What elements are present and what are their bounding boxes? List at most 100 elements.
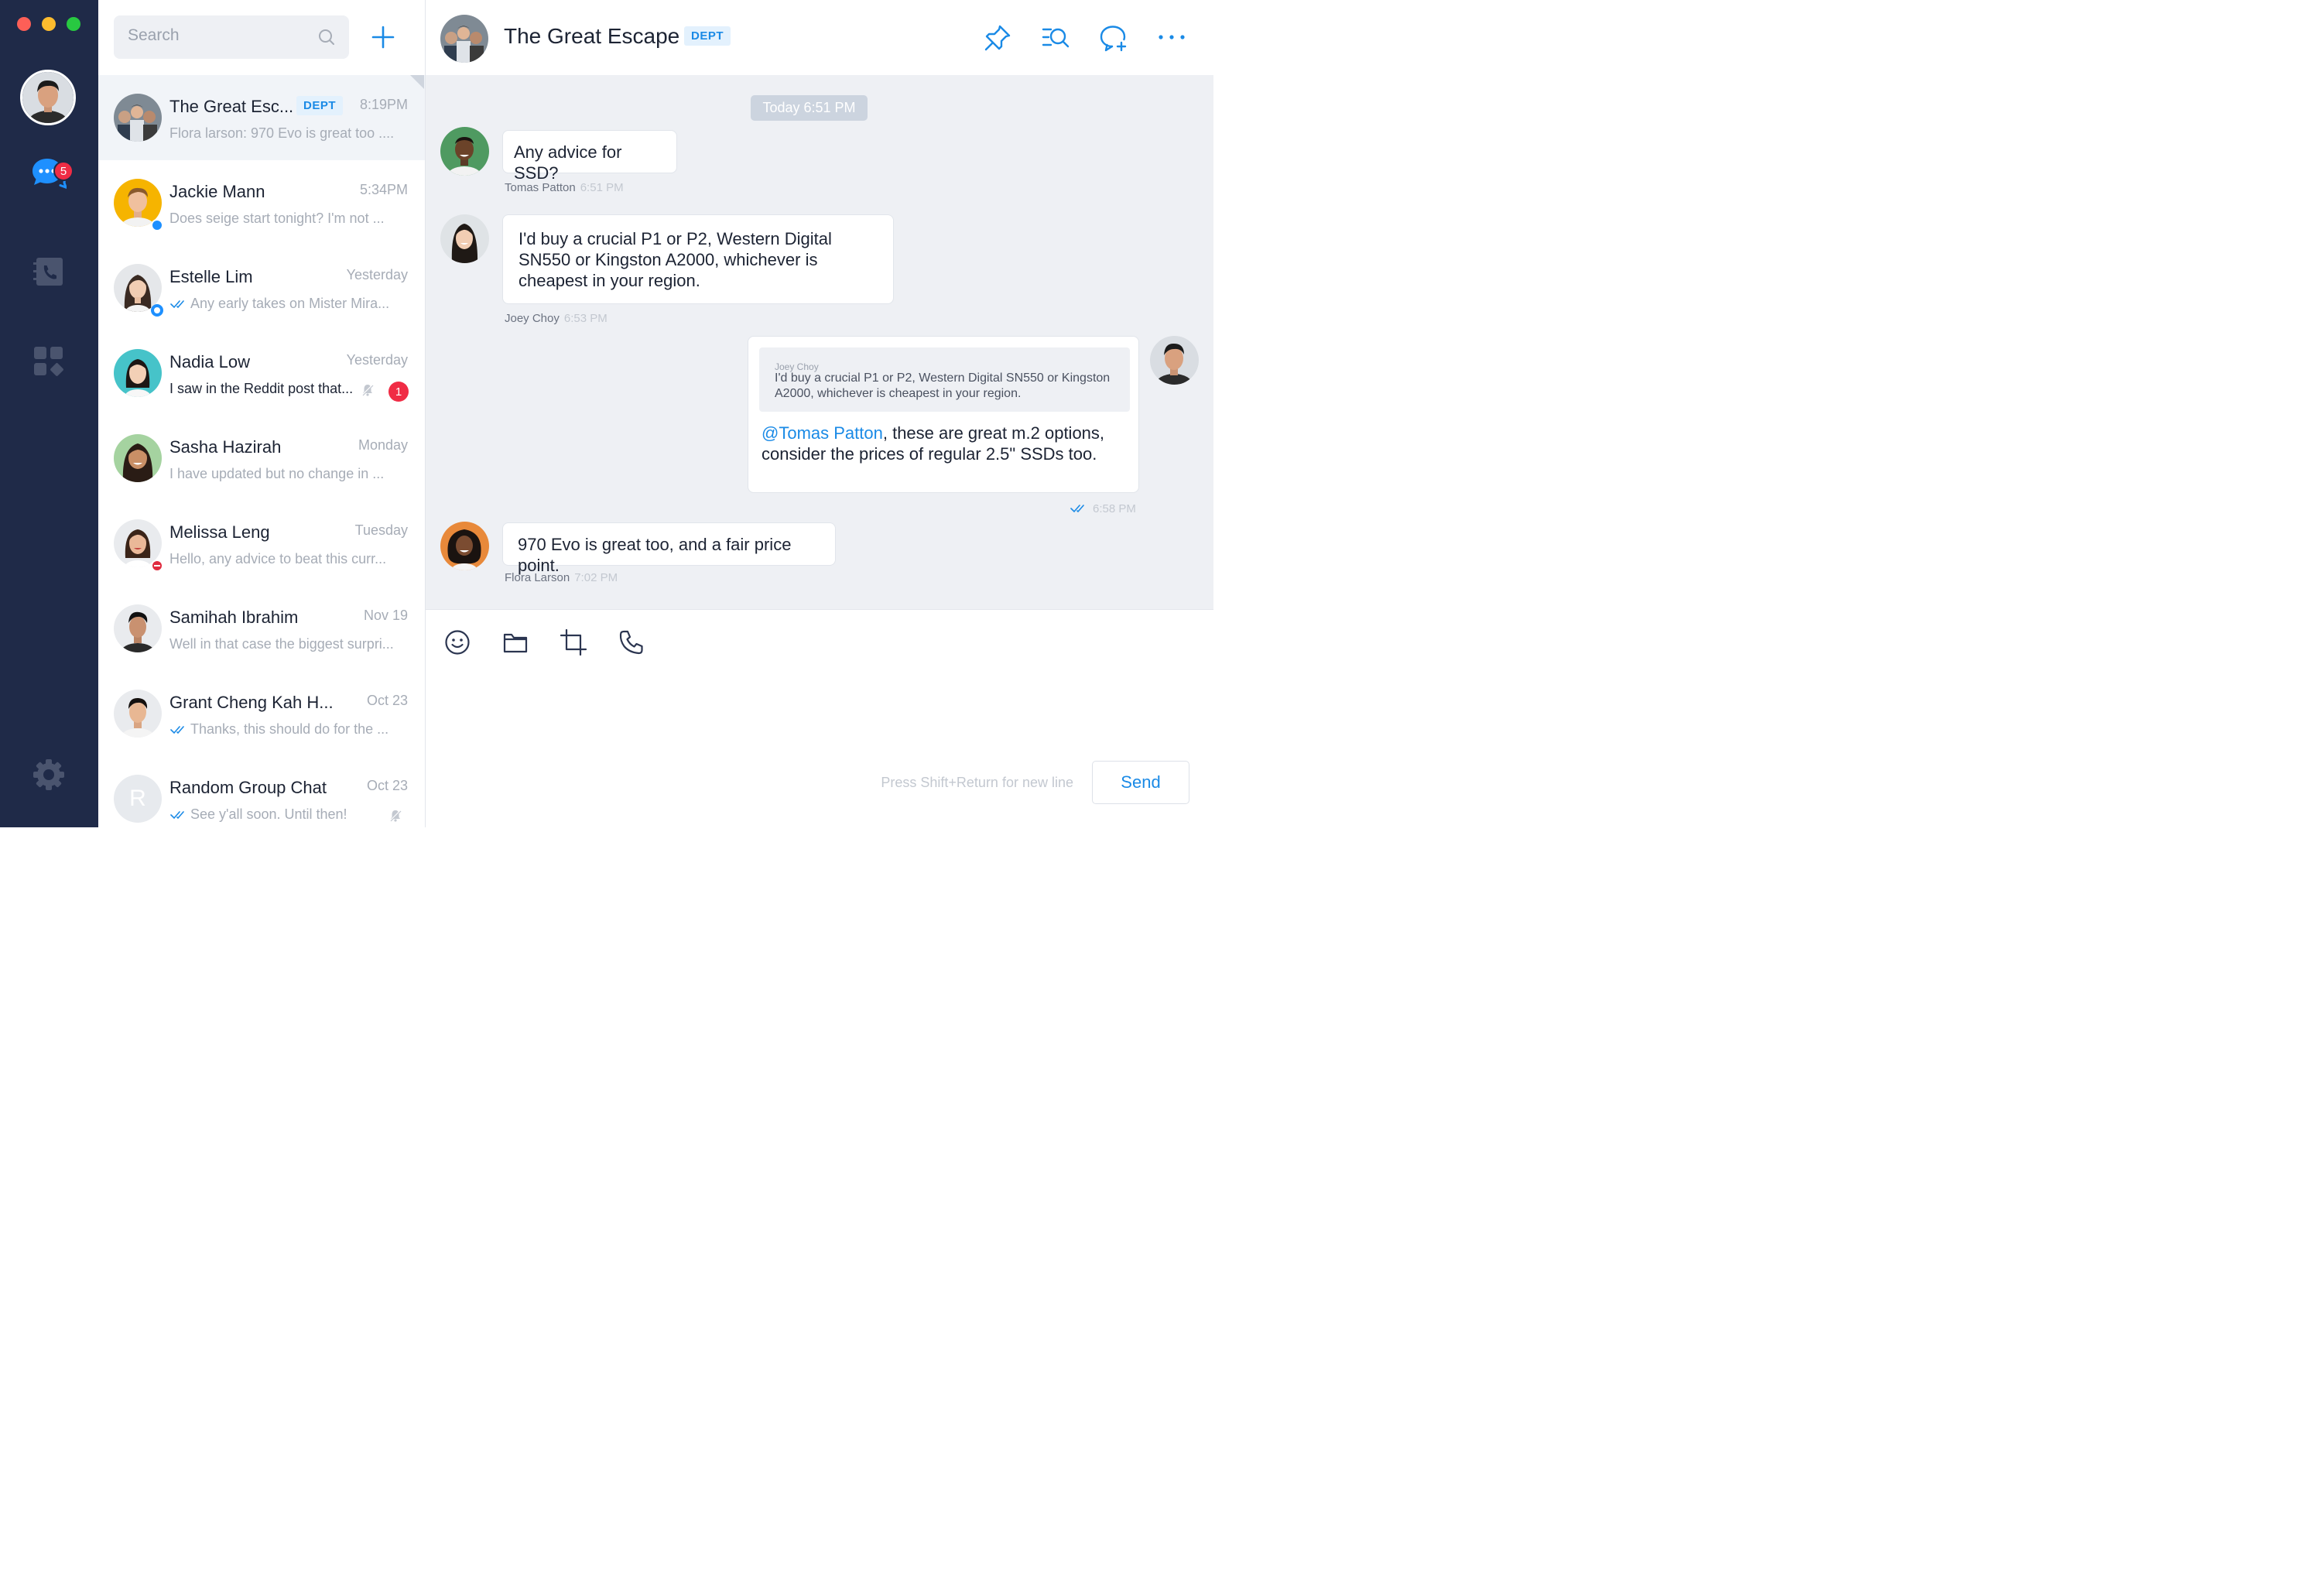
conversation-item[interactable]: R Random Group Chat Oct 23 See y'all soo…: [98, 756, 425, 827]
quoted-message[interactable]: Joey Choy I'd buy a crucial P1 or P2, We…: [759, 347, 1130, 412]
avatar[interactable]: [440, 214, 489, 263]
close-window-button[interactable]: [17, 17, 31, 31]
pin-icon[interactable]: [983, 23, 1012, 53]
composer-hint: Press Shift+Return for new line: [881, 775, 1073, 790]
busy-status-indicator: [151, 560, 163, 572]
user-avatar[interactable]: [20, 70, 76, 125]
conversation-name: Samihah Ibrahim: [169, 608, 299, 627]
conversation-item[interactable]: Nadia Low Yesterday I saw in the Reddit …: [98, 330, 425, 416]
conversation-time: 5:34PM: [359, 182, 408, 197]
message-bubble: Any advice for SSD?: [502, 130, 677, 183]
conversation-item[interactable]: Samihah Ibrahim Nov 19 Well in that case…: [98, 586, 425, 671]
conversation-preview: See y'all soon. Until then!: [190, 806, 347, 822]
read-receipt-icon: [170, 810, 186, 820]
conversation-name: Jackie Mann: [169, 182, 265, 201]
avatar: [114, 690, 162, 738]
send-button[interactable]: Send: [1092, 761, 1189, 804]
conversation-time: Nov 19: [363, 608, 408, 623]
conversation-item[interactable]: Melissa Leng Tuesday Hello, any advice t…: [98, 501, 425, 586]
conversation-preview: Well in that case the biggest surpri...: [169, 636, 394, 652]
online-status-indicator: [151, 219, 163, 231]
day-divider: Today 6:51 PM: [751, 95, 868, 121]
conversation-item[interactable]: Estelle Lim Yesterday Any early takes on…: [98, 245, 425, 330]
call-icon[interactable]: [618, 628, 645, 656]
search-messages-icon[interactable]: [1041, 23, 1070, 53]
avatar: [114, 94, 162, 142]
avatar[interactable]: [440, 127, 489, 176]
message-author: Flora Larson: [505, 571, 570, 584]
conversation-time: Oct 23: [366, 778, 408, 793]
zoom-window-button[interactable]: [67, 17, 80, 31]
user-mention-link[interactable]: @Tomas Patton: [762, 423, 883, 443]
new-chat-button[interactable]: [369, 23, 397, 51]
muted-bell-icon: [388, 809, 402, 823]
chat-panel: The Great Escape DEPT Today 6:51 PM Any …: [426, 0, 1213, 827]
avatar[interactable]: [440, 522, 489, 570]
message-time: 6:51 PM: [580, 181, 624, 194]
conversation-preview: I have updated but no change in ...: [169, 466, 385, 481]
conversation-name: Grant Cheng Kah H...: [169, 693, 334, 712]
conversation-name: Estelle Lim: [169, 267, 253, 286]
contacts-icon[interactable]: [31, 254, 67, 289]
conversation-item[interactable]: The Great Esc... DEPT 8:19PM Flora larso…: [98, 75, 425, 160]
message-meta: Flora Larson 7:02 PM: [505, 571, 618, 584]
message-composer: Press Shift+Return for new line Send: [426, 609, 1213, 827]
message-meta: 6:58 PM: [1093, 502, 1136, 515]
message-text: I'd buy a crucial P1 or P2, Western Digi…: [519, 229, 832, 290]
emoji-icon[interactable]: [443, 628, 471, 656]
conversation-time: Yesterday: [346, 352, 408, 368]
user-avatar[interactable]: [1150, 336, 1199, 385]
avatar: [114, 349, 162, 397]
avatar-initial: R: [129, 786, 146, 811]
message-meta: Tomas Patton 6:51 PM: [505, 181, 624, 194]
conversation-time: 8:19PM: [359, 97, 408, 112]
read-receipt-icon: [1070, 504, 1086, 513]
more-options-icon[interactable]: [1157, 23, 1186, 53]
away-status-indicator: [151, 304, 163, 317]
conversation-item[interactable]: Grant Cheng Kah H... Oct 23 Thanks, this…: [98, 671, 425, 756]
conversation-item[interactable]: Jackie Mann 5:34PM Does seige start toni…: [98, 160, 425, 245]
conversation-preview: Hello, any advice to beat this curr...: [169, 551, 387, 567]
message-time: 6:53 PM: [563, 312, 608, 325]
conversation-list: The Great Esc... DEPT 8:19PM Flora larso…: [98, 0, 426, 827]
screenshot-crop-icon[interactable]: [560, 628, 587, 656]
conversation-preview: Flora larson: 970 Evo is great too ....: [169, 125, 395, 141]
message-bubble: I'd buy a crucial P1 or P2, Western Digi…: [502, 214, 894, 304]
conversation-name: The Great Esc...: [169, 97, 294, 116]
chat-title: The Great Escape: [504, 24, 680, 48]
conversation-preview: Thanks, this should do for the ...: [190, 721, 389, 737]
settings-icon[interactable]: [31, 757, 67, 792]
unread-count-badge: 1: [388, 382, 409, 402]
selected-corner-marker: [410, 75, 424, 89]
message-time: 7:02 PM: [574, 571, 618, 584]
conversation-time: Monday: [358, 437, 408, 453]
chat-header: The Great Escape DEPT: [426, 0, 1213, 75]
conversation-name: Random Group Chat: [169, 778, 327, 797]
apps-icon[interactable]: [31, 344, 67, 379]
search-box: [114, 15, 349, 59]
conversation-item[interactable]: Sasha Hazirah Monday I have updated but …: [98, 416, 425, 501]
new-thread-icon[interactable]: [1099, 23, 1128, 53]
avatar: [114, 604, 162, 652]
search-icon[interactable]: [318, 29, 335, 46]
conversation-time: Tuesday: [354, 522, 408, 538]
message-author: Joey Choy: [505, 312, 560, 325]
attach-file-icon[interactable]: [501, 628, 529, 656]
minimize-window-button[interactable]: [42, 17, 56, 31]
avatar: [114, 434, 162, 482]
message-text: Any advice for SSD?: [514, 142, 622, 183]
conversation-preview: Does seige start tonight? I'm not ...: [169, 211, 385, 226]
message-thread: Today 6:51 PM Any advice for SSD? Tomas …: [426, 75, 1213, 609]
app-sidebar: 5: [0, 0, 98, 827]
read-receipt-icon: [170, 725, 186, 734]
conversation-preview: Any early takes on Mister Mira...: [190, 296, 390, 311]
avatar: R: [114, 775, 162, 823]
conversation-name: Melissa Leng: [169, 522, 270, 542]
quoted-text: I'd buy a crucial P1 or P2, Western Digi…: [775, 371, 1111, 400]
conversation-name: Nadia Low: [169, 352, 250, 371]
group-avatar[interactable]: [440, 15, 488, 63]
search-input[interactable]: [128, 26, 306, 45]
muted-bell-icon: [361, 383, 375, 397]
message-author: Tomas Patton: [505, 181, 576, 194]
dept-tag: DEPT: [684, 26, 731, 46]
